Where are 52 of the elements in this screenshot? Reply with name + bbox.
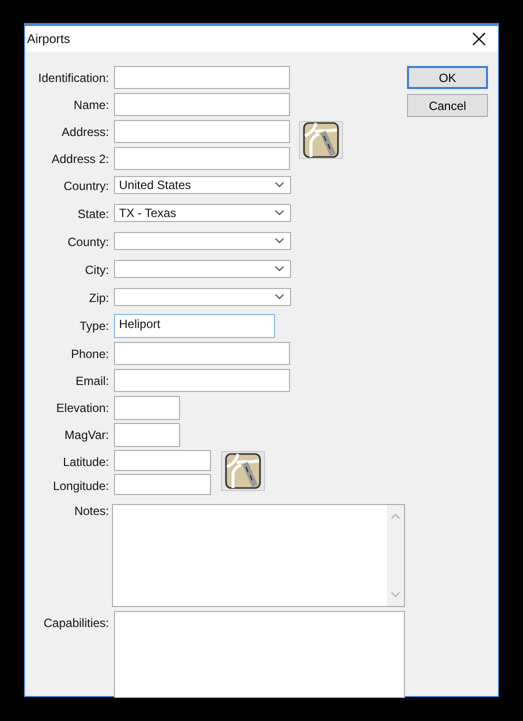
- text-area[interactable]: [112, 504, 405, 607]
- chevron-down-icon: [275, 238, 284, 244]
- map-button[interactable]: [299, 121, 343, 159]
- field-label: Elevation:: [55, 400, 110, 415]
- input-field[interactable]: [114, 423, 180, 447]
- dialog-button[interactable]: OK: [407, 66, 488, 89]
- field-label: Name:: [72, 97, 110, 112]
- field-label: City:: [84, 262, 110, 277]
- chevron-down-icon: [275, 294, 284, 300]
- input-field[interactable]: Heliport: [114, 314, 275, 338]
- field-label: MagVar:: [64, 427, 110, 442]
- field-label: Email:: [74, 373, 110, 388]
- chevron-down-icon: [275, 182, 284, 188]
- field-label: Notes:: [73, 503, 110, 518]
- scrollbar[interactable]: [387, 505, 404, 606]
- input-field[interactable]: [114, 369, 290, 392]
- dropdown[interactable]: [114, 232, 291, 250]
- field-label: Address:: [60, 124, 110, 139]
- input-field[interactable]: [114, 66, 290, 89]
- field-label: State:: [76, 206, 110, 221]
- field-label: Identification:: [37, 70, 110, 85]
- field-label: County:: [66, 234, 110, 249]
- field-label: Type:: [78, 318, 110, 333]
- dropdown[interactable]: [114, 260, 291, 278]
- scroll-down-icon[interactable]: [391, 592, 400, 598]
- field-label: Latitude:: [62, 454, 110, 469]
- input-field[interactable]: [114, 450, 211, 471]
- window-title: Airports: [27, 32, 70, 46]
- dropdown[interactable]: United States: [114, 176, 291, 194]
- dropdown[interactable]: TX - Texas: [114, 204, 291, 222]
- map-button[interactable]: [221, 451, 265, 491]
- input-field[interactable]: [114, 342, 290, 365]
- input-field[interactable]: [114, 93, 290, 116]
- input-field[interactable]: [114, 396, 180, 420]
- map-icon: [303, 122, 339, 158]
- field-label: Country:: [62, 178, 110, 193]
- input-field[interactable]: [114, 120, 290, 143]
- input-field[interactable]: [114, 147, 290, 170]
- map-icon: [225, 453, 261, 489]
- dropdown[interactable]: [114, 288, 291, 306]
- text-area[interactable]: [114, 611, 405, 698]
- close-icon[interactable]: [472, 32, 486, 46]
- field-label: Zip:: [88, 290, 110, 305]
- chevron-down-icon: [275, 266, 284, 272]
- field-label: Capabilities:: [42, 615, 110, 630]
- field-label: Phone:: [70, 346, 110, 361]
- dialog-button[interactable]: Cancel: [407, 94, 488, 117]
- field-label: Longitude:: [52, 478, 110, 493]
- field-label: Address 2:: [50, 151, 110, 166]
- input-field[interactable]: [114, 474, 211, 495]
- scroll-up-icon[interactable]: [391, 513, 400, 519]
- chevron-down-icon: [275, 210, 284, 216]
